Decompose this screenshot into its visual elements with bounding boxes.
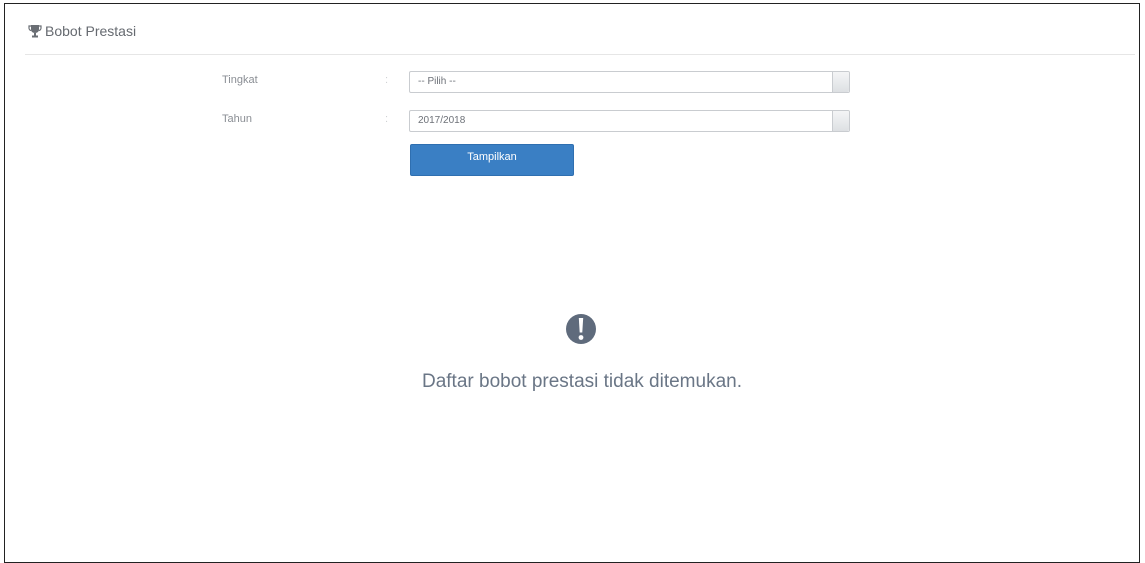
form-row-tahun: Tahun : 2017/2018 [5,110,1139,134]
exclamation-circle-icon [559,307,603,351]
trophy-icon [28,24,42,38]
form-row-tingkat: Tingkat : -- Pilih -- [5,71,1139,95]
tahun-separator: : [385,113,389,125]
content-frame: Bobot Prestasi Tingkat : -- Pilih -- Tah… [4,3,1140,563]
tahun-label: Tahun [222,113,252,125]
page-title: Bobot Prestasi [45,23,137,39]
tingkat-label: Tingkat [222,74,258,86]
tingkat-select-value: -- Pilih -- [418,76,456,87]
tingkat-separator: : [385,74,389,86]
tahun-dropdown-handle[interactable] [832,111,849,131]
empty-state-message: Daftar bobot prestasi tidak ditemukan. [421,371,742,392]
tahun-select-value: 2017/2018 [418,115,466,126]
panel-header: Bobot Prestasi [25,22,1135,55]
tingkat-dropdown-handle[interactable] [832,72,849,92]
tahun-select[interactable]: 2017/2018 [409,110,850,132]
tampilkan-button[interactable]: Tampilkan [410,144,574,176]
tingkat-select[interactable]: -- Pilih -- [409,71,850,93]
